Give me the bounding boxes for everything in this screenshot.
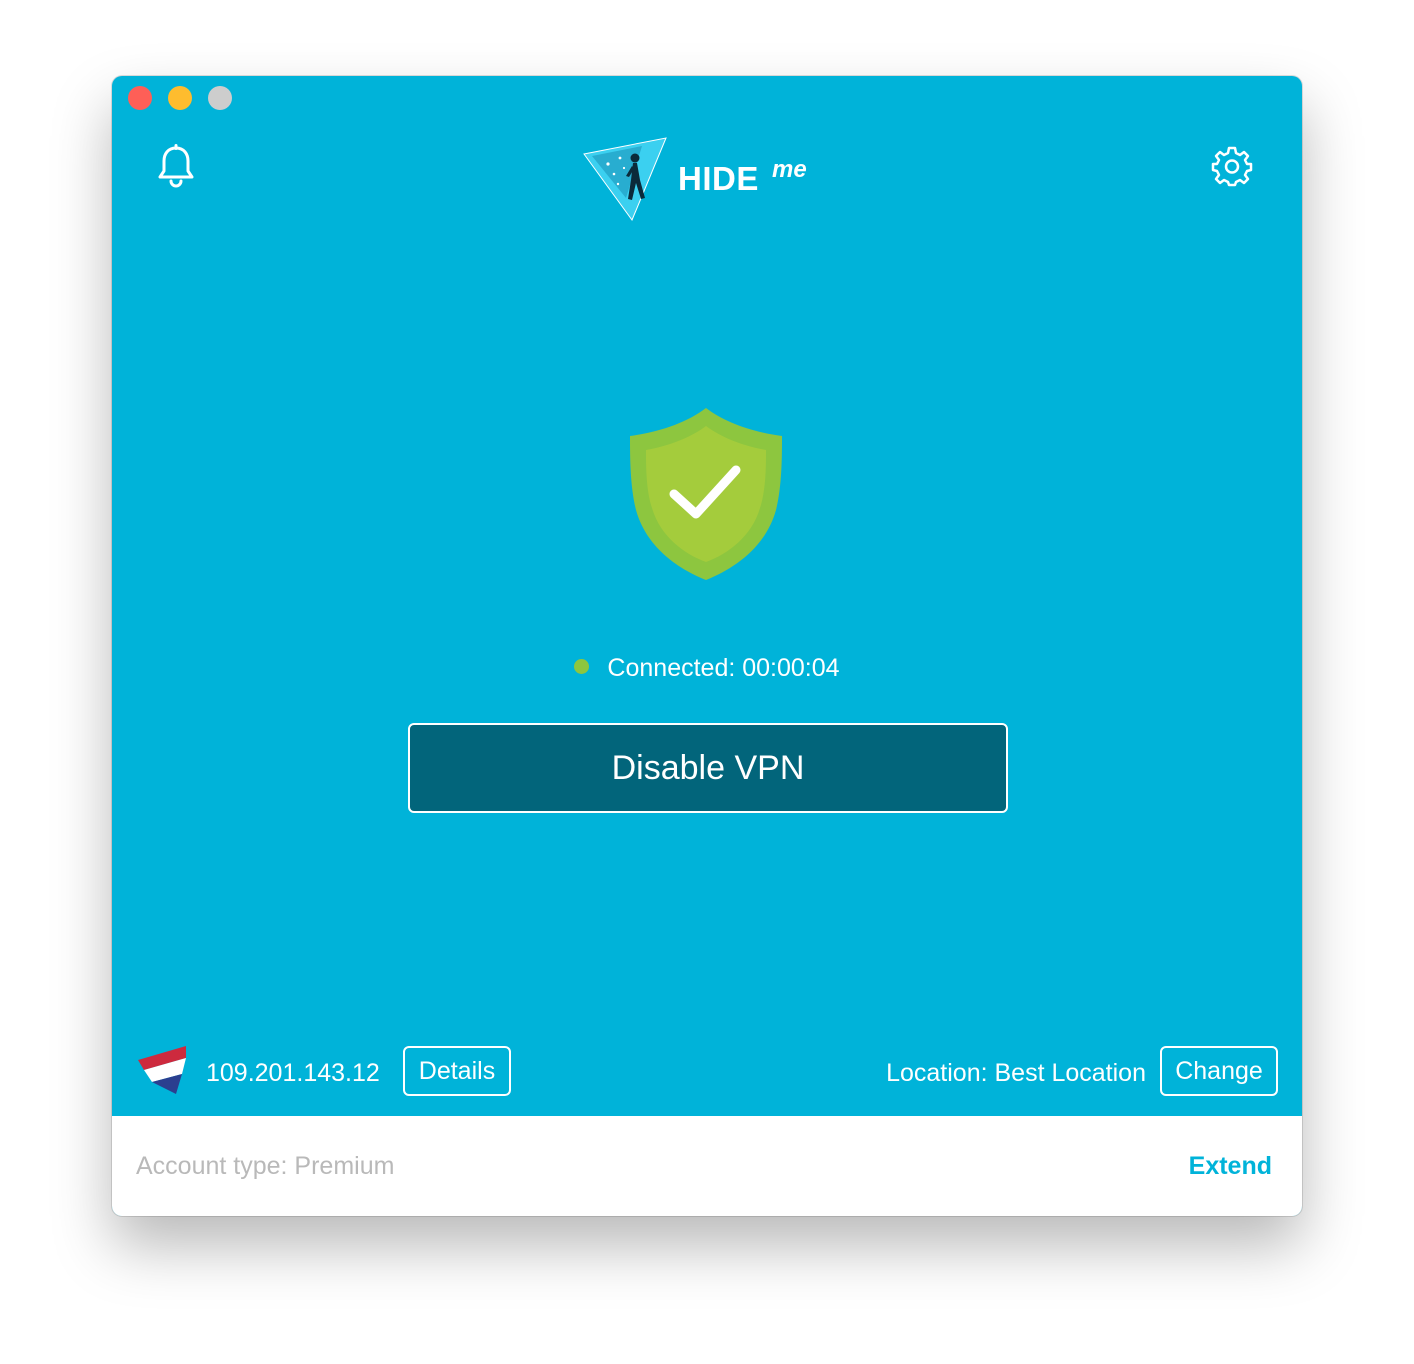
status-indicator-dot	[574, 658, 590, 674]
change-location-button[interactable]: Change	[1160, 1046, 1278, 1096]
zoom-window-button[interactable]	[208, 86, 232, 110]
logo-mark-icon	[583, 137, 667, 222]
status-text: Connected: 00:00:04	[607, 654, 840, 682]
connected-shield-icon	[630, 408, 782, 580]
connection-status: Connected: 00:00:04	[112, 654, 1302, 683]
details-button[interactable]: Details	[403, 1046, 511, 1096]
bell-icon	[158, 144, 194, 188]
hide-me-logo: HIDE me	[582, 136, 842, 222]
logo-text: HIDE	[678, 160, 759, 197]
extend-link[interactable]: Extend	[1189, 1152, 1272, 1181]
app-window: HIDE me Connected: 00:00:04 Disable VPN …	[112, 76, 1302, 1216]
settings-button[interactable]	[1208, 142, 1256, 190]
disable-vpn-button[interactable]: Disable VPN	[408, 723, 1008, 813]
netherlands-flag-icon	[138, 1046, 186, 1094]
ip-address: 109.201.143.12	[206, 1059, 380, 1087]
account-type-label: Account type: Premium	[136, 1152, 395, 1180]
logo-suffix: me	[772, 156, 807, 183]
gear-icon	[1211, 146, 1253, 187]
location-label: Location: Best Location	[886, 1059, 1146, 1087]
notifications-button[interactable]	[152, 142, 200, 190]
account-footer: Account type: Premium Extend	[112, 1116, 1302, 1216]
close-window-button[interactable]	[128, 86, 152, 110]
minimize-window-button[interactable]	[168, 86, 192, 110]
